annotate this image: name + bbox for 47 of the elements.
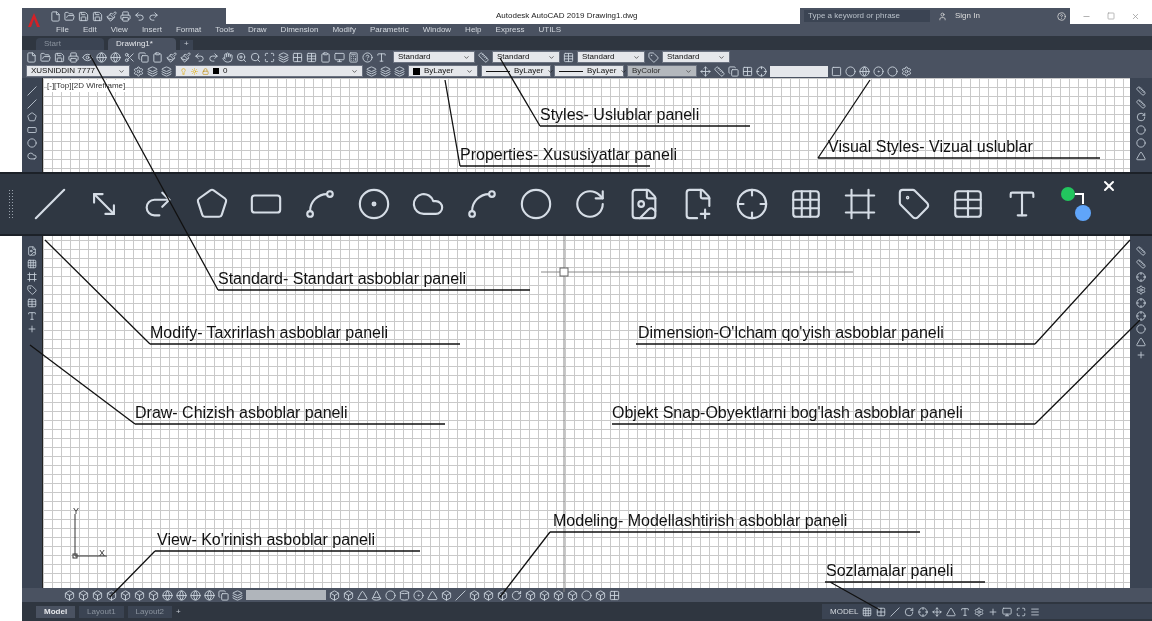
sign-in-link[interactable]: Sign In	[955, 10, 980, 22]
annotation-label: Visual Styles- Vizual uslublar	[828, 138, 1033, 156]
menu-item[interactable]: File	[56, 26, 69, 34]
menu-item[interactable]: Parametric	[369, 26, 409, 34]
menu-item[interactable]: Help	[465, 26, 482, 34]
menu-item[interactable]: Insert	[141, 26, 162, 34]
layer-state-dropdown[interactable]: XUSNIDDIN 7777	[26, 65, 130, 77]
menu-item[interactable]: Edit	[82, 26, 97, 34]
annotation-label: Objekt Snap-Obyektlarni bog'lash asboblar paneli	[612, 404, 963, 422]
text-style-dropdown[interactable]: Standard	[393, 51, 475, 63]
x-axis-label: X	[99, 546, 105, 560]
layout-tab[interactable]: Layout2	[127, 605, 173, 618]
menu-item[interactable]: Tools	[215, 26, 234, 34]
annotation-label: Modify- Taxrirlash asboblar paneli	[150, 324, 389, 342]
menu-item[interactable]: Dimension	[280, 26, 319, 34]
search-field[interactable]: Type a keyword or phrase	[804, 10, 930, 22]
model-space-button[interactable]: MODEL	[830, 605, 859, 618]
menu-item[interactable]: Express	[495, 26, 525, 34]
menu-item[interactable]: UTILS	[538, 26, 562, 34]
lineweight-dropdown[interactable]: ByLayer	[554, 65, 624, 77]
annotation-label: View- Ko'rinish asboblar paneli	[157, 531, 375, 549]
menu-item[interactable]: Draw	[247, 26, 267, 34]
layout-tab[interactable]: Layout1	[79, 605, 124, 618]
layout-tab[interactable]: Model	[36, 605, 76, 618]
new-tab-button[interactable]: +	[180, 40, 193, 50]
annotation-label: Modeling- Modellashtirish asboblar paneli	[553, 512, 848, 530]
dimension-style-dropdown[interactable]: Standard	[492, 51, 560, 63]
menu-item[interactable]: View	[110, 26, 128, 34]
annotation-label: Properties- Xususiyatlar paneli	[460, 146, 677, 164]
multileader-style-dropdown[interactable]: Standard	[662, 51, 730, 63]
menu-item[interactable]: Format	[175, 26, 202, 34]
file-tab[interactable]: Start	[36, 38, 104, 50]
menu-item[interactable]: Window	[422, 26, 452, 34]
color-dropdown[interactable]: ByLayer	[408, 65, 478, 77]
y-axis-label: Y	[73, 504, 79, 518]
add-layout-button[interactable]: +	[176, 607, 181, 616]
annotation-label: Styles- Uslublar paneli	[540, 106, 700, 124]
annotation-label: Standard- Standart asboblar paneli	[218, 270, 467, 288]
menu-item[interactable]: Modify	[332, 26, 356, 34]
table-style-dropdown[interactable]: Standard	[577, 51, 645, 63]
linetype-dropdown[interactable]: ByLayer	[481, 65, 551, 77]
annotation-label: Dimension-O'lcham qo'yish asboblar paneli	[638, 324, 944, 342]
annotation-label: Draw- Chizish asboblar paneli	[135, 404, 348, 422]
window-title: Autodesk AutoCAD 2019 Drawing1.dwg	[496, 10, 638, 22]
file-tab[interactable]: Drawing1*	[108, 38, 176, 50]
layer-dropdown[interactable]: 0	[175, 65, 363, 77]
annotation-label: Sozlamalar paneli	[826, 562, 954, 580]
